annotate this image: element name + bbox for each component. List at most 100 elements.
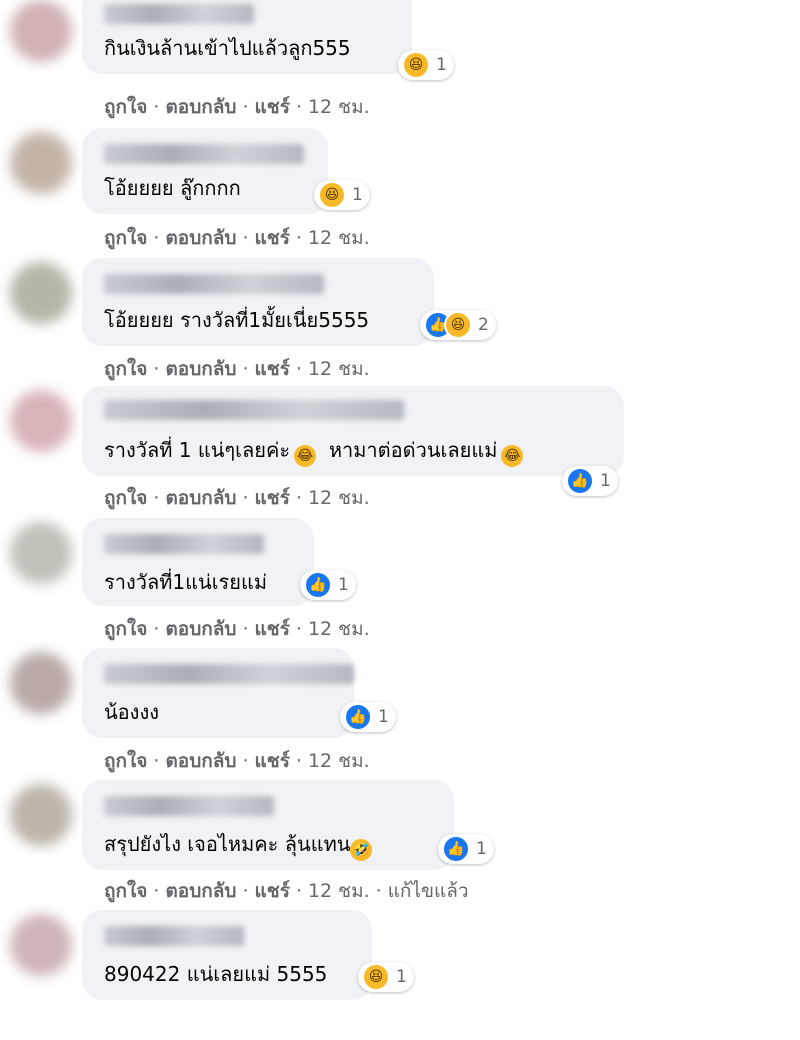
- reaction-summary[interactable]: 😆 1: [398, 50, 454, 80]
- reaction-summary[interactable]: 😆 1: [358, 962, 414, 992]
- reply-link[interactable]: ตอบกลับ: [165, 750, 236, 772]
- reaction-summary[interactable]: 👍 1: [300, 570, 356, 600]
- comment: โอ้ยยยย ลู๊กกกก 😆 1 ถูกใจ · ตอบกลับ · แชร์ · 1…: [0, 128, 800, 258]
- comment-text-content: โอ้ยยยย ลู๊กกกก: [104, 176, 241, 200]
- haha-icon: 😆: [318, 181, 346, 209]
- haha-icon: 😆: [444, 311, 472, 339]
- separator: ·: [295, 618, 302, 640]
- timestamp[interactable]: 12 ชม.: [308, 750, 370, 772]
- avatar[interactable]: [10, 914, 72, 976]
- separator: ·: [242, 227, 249, 249]
- reaction-summary[interactable]: 👍 1: [562, 466, 618, 496]
- separator: ·: [295, 750, 302, 772]
- comment-bubble: สรุปยังไง เจอไหมคะ ลุ้นแทน 🤣: [82, 780, 454, 870]
- comment-text: น้องงง: [104, 698, 159, 726]
- timestamp[interactable]: 12 ชม.: [308, 358, 370, 380]
- comment-bubble: 890422 แน่เลยแม่ 5555: [82, 910, 372, 1000]
- author-name-blurred[interactable]: [104, 534, 264, 554]
- separator: ·: [153, 880, 160, 902]
- edited-label[interactable]: แก้ไขแล้ว: [388, 880, 469, 902]
- share-link[interactable]: แชร์: [255, 358, 290, 380]
- like-link[interactable]: ถูกใจ: [104, 227, 147, 249]
- separator: ·: [375, 880, 382, 902]
- like-link[interactable]: ถูกใจ: [104, 96, 147, 118]
- separator: ·: [242, 880, 249, 902]
- separator: ·: [153, 618, 160, 640]
- tears-of-joy-icon: 😂: [294, 445, 317, 467]
- timestamp[interactable]: 12 ชม.: [308, 227, 370, 249]
- share-link[interactable]: แชร์: [255, 96, 290, 118]
- reply-link[interactable]: ตอบกลับ: [165, 358, 236, 380]
- reply-link[interactable]: ตอบกลับ: [165, 227, 236, 249]
- haha-icon: 😆: [362, 963, 390, 991]
- comment-bubble: รางวัลที่1แน่เรยแม่: [82, 518, 314, 606]
- comment: รางวัลที่ 1 แน่ๆเลยค่ะ 😂 หามาต่อด่วนเลยแม…: [0, 386, 800, 516]
- like-link[interactable]: ถูกใจ: [104, 487, 147, 509]
- avatar[interactable]: [10, 390, 72, 452]
- timestamp[interactable]: 12 ชม.: [308, 618, 370, 640]
- author-name-blurred[interactable]: [104, 144, 304, 164]
- like-icon: 👍: [442, 835, 470, 863]
- reaction-summary[interactable]: 👍 1: [340, 702, 396, 732]
- reaction-summary[interactable]: 👍 😆 2: [420, 310, 496, 340]
- author-name-blurred[interactable]: [104, 400, 404, 420]
- share-link[interactable]: แชร์: [255, 750, 290, 772]
- like-link[interactable]: ถูกใจ: [104, 880, 147, 902]
- comment-text-content: รางวัลที่1แน่เรยแม่: [104, 570, 268, 594]
- separator: ·: [242, 358, 249, 380]
- separator: ·: [153, 487, 160, 509]
- reply-link[interactable]: ตอบกลับ: [165, 618, 236, 640]
- like-link[interactable]: ถูกใจ: [104, 358, 147, 380]
- comment: สรุปยังไง เจอไหมคะ ลุ้นแทน 🤣 👍 1 ถูกใจ · ตอ…: [0, 780, 800, 910]
- separator: ·: [295, 227, 302, 249]
- avatar[interactable]: [10, 784, 72, 846]
- author-name-blurred[interactable]: [104, 274, 324, 294]
- comment-text: สรุปยังไง เจอไหมคะ ลุ้นแทน 🤣: [104, 830, 373, 861]
- rolling-laughing-icon: 🤣: [350, 839, 373, 861]
- reaction-summary[interactable]: 😆 1: [314, 180, 370, 210]
- like-icon: 👍: [344, 703, 372, 731]
- author-name-blurred[interactable]: [104, 796, 274, 816]
- separator: ·: [295, 487, 302, 509]
- separator: ·: [153, 227, 160, 249]
- comment-bubble: โอ้ยยยย ลู๊กกกก: [82, 128, 328, 214]
- separator: ·: [153, 358, 160, 380]
- comment-actions: ถูกใจ · ตอบกลับ · แชร์ · 12 ชม.: [104, 354, 370, 384]
- author-name-blurred[interactable]: [104, 664, 354, 684]
- author-name-blurred[interactable]: [104, 4, 254, 24]
- avatar[interactable]: [10, 522, 72, 584]
- timestamp[interactable]: 12 ชม.: [308, 96, 370, 118]
- comment: 890422 แน่เลยแม่ 5555 😆 1: [0, 910, 800, 1040]
- share-link[interactable]: แชร์: [255, 618, 290, 640]
- comment: โอ้ยยยย รางวัลที่1มั้ยเนี่ย5555 👍 😆 2 ถู…: [0, 258, 800, 388]
- share-link[interactable]: แชร์: [255, 487, 290, 509]
- reply-link[interactable]: ตอบกลับ: [165, 96, 236, 118]
- avatar[interactable]: [10, 132, 72, 194]
- reaction-count: 1: [338, 575, 349, 595]
- comment-actions: ถูกใจ · ตอบกลับ · แชร์ · 12 ชม.: [104, 614, 370, 644]
- avatar[interactable]: [10, 262, 72, 324]
- reaction-count: 1: [396, 967, 407, 987]
- timestamp[interactable]: 12 ชม.: [308, 487, 370, 509]
- comment-text-content: หามาต่อด่วนเลยแม่: [328, 438, 498, 462]
- share-link[interactable]: แชร์: [255, 227, 290, 249]
- avatar[interactable]: [10, 0, 72, 62]
- reaction-count: 1: [476, 839, 487, 859]
- comment-text: รางวัลที่ 1 แน่ๆเลยค่ะ 😂 หามาต่อด่วนเลยแม…: [104, 436, 524, 467]
- comment-text: รางวัลที่1แน่เรยแม่: [104, 568, 267, 596]
- reaction-summary[interactable]: 👍 1: [438, 834, 494, 864]
- share-link[interactable]: แชร์: [255, 880, 290, 902]
- comment-text: 890422 แน่เลยแม่ 5555: [104, 960, 327, 988]
- like-link[interactable]: ถูกใจ: [104, 618, 147, 640]
- comment-actions: ถูกใจ · ตอบกลับ · แชร์ · 12 ชม.: [104, 483, 370, 513]
- comment-bubble: รางวัลที่ 1 แน่ๆเลยค่ะ 😂 หามาต่อด่วนเลยแม…: [82, 386, 624, 476]
- reply-link[interactable]: ตอบกลับ: [165, 880, 236, 902]
- reply-link[interactable]: ตอบกลับ: [165, 487, 236, 509]
- author-name-blurred[interactable]: [104, 926, 244, 946]
- like-link[interactable]: ถูกใจ: [104, 750, 147, 772]
- avatar[interactable]: [10, 652, 72, 714]
- separator: ·: [153, 750, 160, 772]
- comment-text-content: สรุปยังไง เจอไหมคะ ลุ้นแทน: [104, 832, 351, 856]
- separator: ·: [295, 96, 302, 118]
- timestamp[interactable]: 12 ชม.: [308, 880, 370, 902]
